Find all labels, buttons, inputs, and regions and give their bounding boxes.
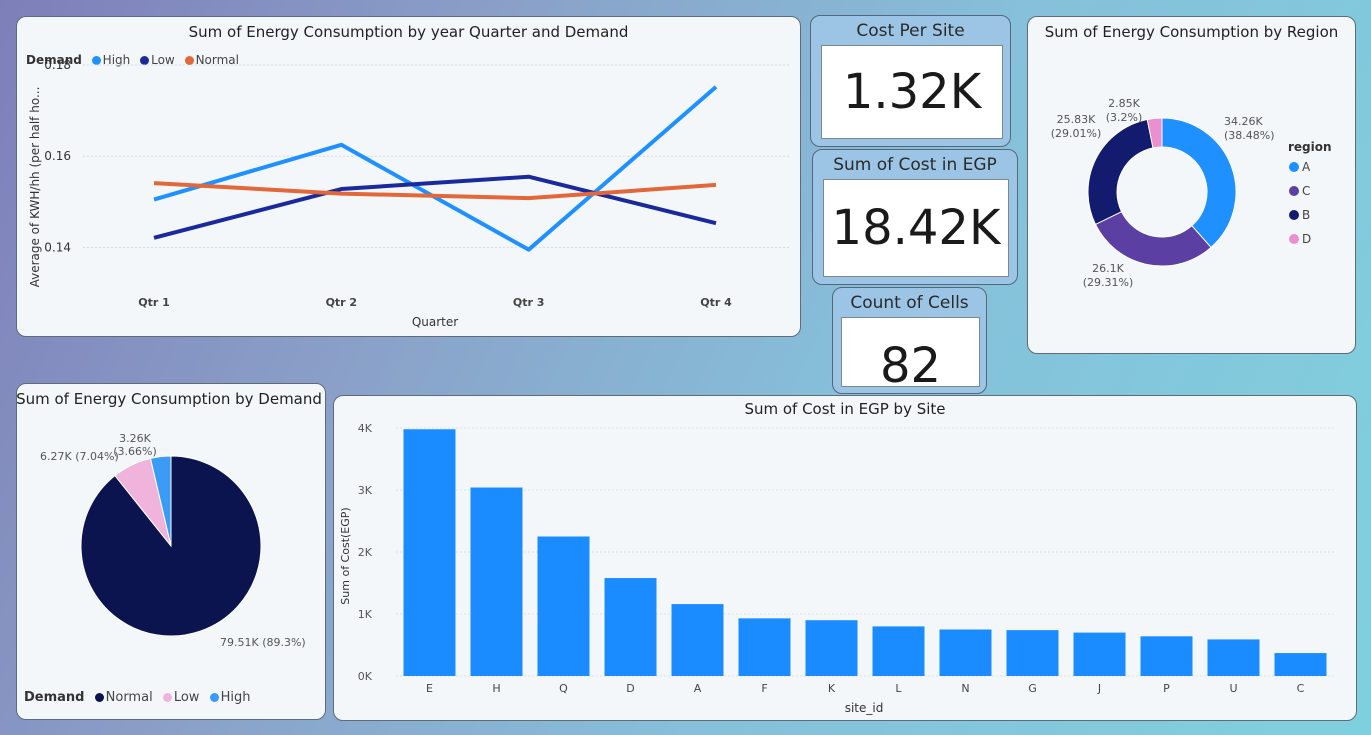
kpi-count-cells-value: 82 [879,338,942,394]
kpi-cost-per-site-value: 1.32K [842,64,982,120]
donut-data-label: 25.83K [1057,113,1096,126]
x-tick-label: E [426,682,433,695]
donut-data-label-pct: (3.2%) [1106,111,1143,124]
y-axis-label: Sum of Cost(EGP) [339,507,352,604]
bar-g [1006,630,1059,676]
pie-data-label: 79.51K (89.3%) [220,636,306,649]
kpi-sum-cost-title: Sum of Cost in EGP [833,155,997,175]
donut-legend-swatch [1289,234,1299,244]
x-tick-label: A [694,682,702,695]
x-tick-label: C [1297,682,1305,695]
donut-legend-label: D [1302,232,1311,246]
bar-a [671,604,724,676]
kpi-cost-per-site-box: 1.32K [821,45,1003,139]
x-axis-label: Quarter [412,315,458,329]
y-tick-label: 3K [358,484,373,497]
donut-data-label-pct: (29.01%) [1051,127,1102,140]
x-tick-label: U [1229,682,1237,695]
x-tick-label: P [1163,682,1170,695]
y-tick-label: 0.18 [44,58,71,72]
donut-data-label: 26.1K [1092,262,1124,275]
legend-label-high: High [220,690,251,705]
kpi-cost-per-site: Cost Per Site 1.32K [810,15,1011,147]
x-tick-label: Qtr 1 [138,296,170,309]
donut-data-label: 2.85K [1108,97,1140,110]
x-tick-label: D [626,682,634,695]
donut-legend-swatch [1289,186,1299,196]
kpi-sum-cost-box: 18.42K [823,179,1009,277]
kpi-cost-per-site-title: Cost Per Site [856,21,965,41]
donut-legend-label: B [1302,208,1310,222]
kpi-sum-cost-value: 18.42K [831,200,1001,256]
bar-k [805,620,858,676]
bar-d [604,578,657,676]
y-tick-label: 2K [358,546,373,559]
x-tick-label: K [828,682,836,695]
x-tick-label: L [895,682,902,695]
donut-data-label-pct: (38.48%) [1224,129,1275,142]
legend-label-normal: Normal [105,690,153,705]
x-tick-label: J [1097,682,1101,695]
bar-c [1274,653,1327,676]
bar-j [1073,632,1126,676]
donut-legend-label: A [1302,160,1311,174]
line-chart-card: Sum of Energy Consumption by year Quarte… [16,16,801,337]
bar-n [939,629,992,676]
x-tick-label: Q [559,682,568,695]
x-tick-label: H [492,682,500,695]
legend-swatch-low [162,693,172,702]
bar-chart-card: Sum of Cost in EGP by Site 0K 1K 2K 3K 4K E H Q… [333,395,1357,721]
bar-u [1207,639,1260,676]
donut-legend-swatch [1289,210,1299,220]
kpi-count-cells-box: 82 [841,317,980,392]
legend-swatch-normal [94,693,104,702]
x-tick-label: Qtr 3 [513,296,545,309]
bar-q [537,536,590,676]
x-tick-label: Qtr 4 [700,296,732,309]
series-line-normal [153,181,717,201]
x-tick-label: Qtr 2 [326,296,358,309]
bar-l [872,626,925,676]
kpi-sum-cost: Sum of Cost in EGP 18.42K [812,149,1018,285]
bar-h [470,487,523,676]
y-tick-label: 4K [358,422,373,435]
pie-chart-legend: Demand Normal Low High [24,690,250,705]
bar-p [1140,636,1193,676]
pie-data-label: 6.27K (7.04%) [40,450,119,463]
x-axis-label: site_id [845,701,884,715]
donut-data-label-pct: (29.31%) [1083,276,1134,289]
pie-chart-card: Sum of Energy Consumption by Demand 79.5… [16,383,326,720]
donut-data-label: 34.26K [1224,115,1263,128]
y-tick-label: 1K [358,608,373,621]
bar-e [403,429,456,676]
legend-swatch-high [209,693,219,702]
donut-legend-label: C [1302,184,1310,198]
y-tick-label: 0.16 [44,149,71,163]
x-tick-label: N [961,682,969,695]
pie-data-label-pct: (3.66%) [113,445,157,458]
pie-data-label: 3.26K [119,432,151,445]
x-tick-label: G [1028,682,1037,695]
y-axis-label: Average of KWH/hh (per half ho... [28,87,42,288]
donut-chart-plot: 34.26K(38.48%) 26.1K(29.31%) 25.83K(29.01%… [1051,97,1332,289]
line-chart-plot: 0.14 0.16 0.18 Qtr 1 Qtr 2 Qtr 3 Qtr 4 Quarter A… [28,58,789,329]
pie-legend-title: Demand [24,690,85,705]
y-tick-label: 0.14 [44,240,71,254]
pie-chart-plot: 79.51K (89.3%) 6.27K (7.04%)3.26K(3.66%) [40,432,306,649]
kpi-count-cells: Count of Cells 82 [832,287,987,394]
legend-label-low: Low [173,690,200,705]
donut-legend-title: region [1288,140,1332,154]
series-line-high [153,85,718,252]
donut-slice-c [1094,211,1212,267]
x-tick-label: F [761,682,767,695]
y-tick-label: 0K [358,670,373,683]
donut-chart-card: Sum of Energy Consumption by Region 34.2… [1027,16,1356,354]
bar-chart-plot: 0K 1K 2K 3K 4K E H Q D A F K L N G J P U Csite_id Sum of Co… [339,422,1334,715]
kpi-count-cells-title: Count of Cells [850,293,969,313]
donut-legend-swatch [1289,162,1299,172]
bar-f [738,618,791,676]
